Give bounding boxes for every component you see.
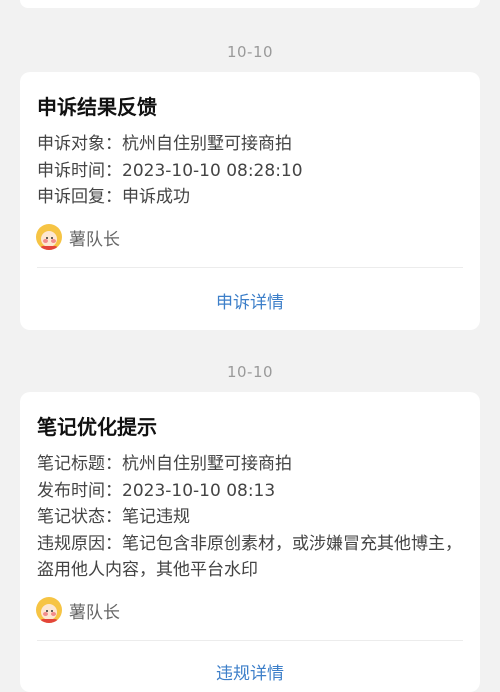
info-key: 发布时间： [37, 481, 122, 501]
potato-mascot-avatar-icon [36, 597, 62, 623]
info-key: 申诉回复： [37, 187, 122, 207]
author-name: 薯队长 [69, 229, 120, 250]
info-line-note-title: 笔记标题：杭州自住别墅可接商拍 [37, 451, 467, 477]
info-line-reply: 申诉回复：申诉成功 [37, 184, 467, 210]
info-line-violation-reason: 违规原因：笔记包含非原创素材，或涉嫌冒充其他博主，盗用他人内容，其他平台水印 [37, 531, 467, 583]
info-key: 笔记标题： [37, 454, 122, 474]
divider [37, 267, 463, 268]
info-value: 杭州自住别墅可接商拍 [122, 134, 292, 154]
info-value: 2023-10-10 08:28:10 [122, 161, 303, 181]
info-line-publish-time: 发布时间：2023-10-10 08:13 [37, 478, 467, 504]
potato-mascot-avatar-icon [36, 224, 62, 250]
violation-details-button[interactable]: 违规详情 [20, 659, 480, 684]
info-line-target: 申诉对象：杭州自住别墅可接商拍 [37, 131, 467, 157]
info-key: 申诉对象： [37, 134, 122, 154]
info-line-note-status: 笔记状态：笔记违规 [37, 504, 467, 530]
divider [37, 640, 463, 641]
info-key: 违规原因： [37, 534, 122, 554]
card-title: 申诉结果反馈 [37, 95, 157, 119]
info-key: 申诉时间： [37, 161, 122, 181]
info-key: 笔记状态： [37, 507, 122, 527]
card-title: 笔记优化提示 [37, 415, 157, 439]
author-row: 薯队长 [36, 224, 120, 250]
appeal-details-button[interactable]: 申诉详情 [20, 288, 480, 313]
info-value: 杭州自住别墅可接商拍 [122, 454, 292, 474]
author-row: 薯队长 [36, 597, 120, 623]
info-value: 笔记违规 [122, 507, 190, 527]
message-date: 10-10 [226, 43, 274, 61]
message-date: 10-10 [226, 363, 274, 381]
previous-card-edge [20, 0, 480, 8]
info-value: 申诉成功 [122, 187, 190, 207]
note-optimization-card[interactable]: 笔记优化提示 笔记标题：杭州自住别墅可接商拍 发布时间：2023-10-10 0… [20, 392, 480, 692]
appeal-result-card[interactable]: 申诉结果反馈 申诉对象：杭州自住别墅可接商拍 申诉时间：2023-10-10 0… [20, 72, 480, 330]
info-line-time: 申诉时间：2023-10-10 08:28:10 [37, 158, 467, 184]
info-value: 2023-10-10 08:13 [122, 481, 276, 501]
author-name: 薯队长 [69, 602, 120, 623]
